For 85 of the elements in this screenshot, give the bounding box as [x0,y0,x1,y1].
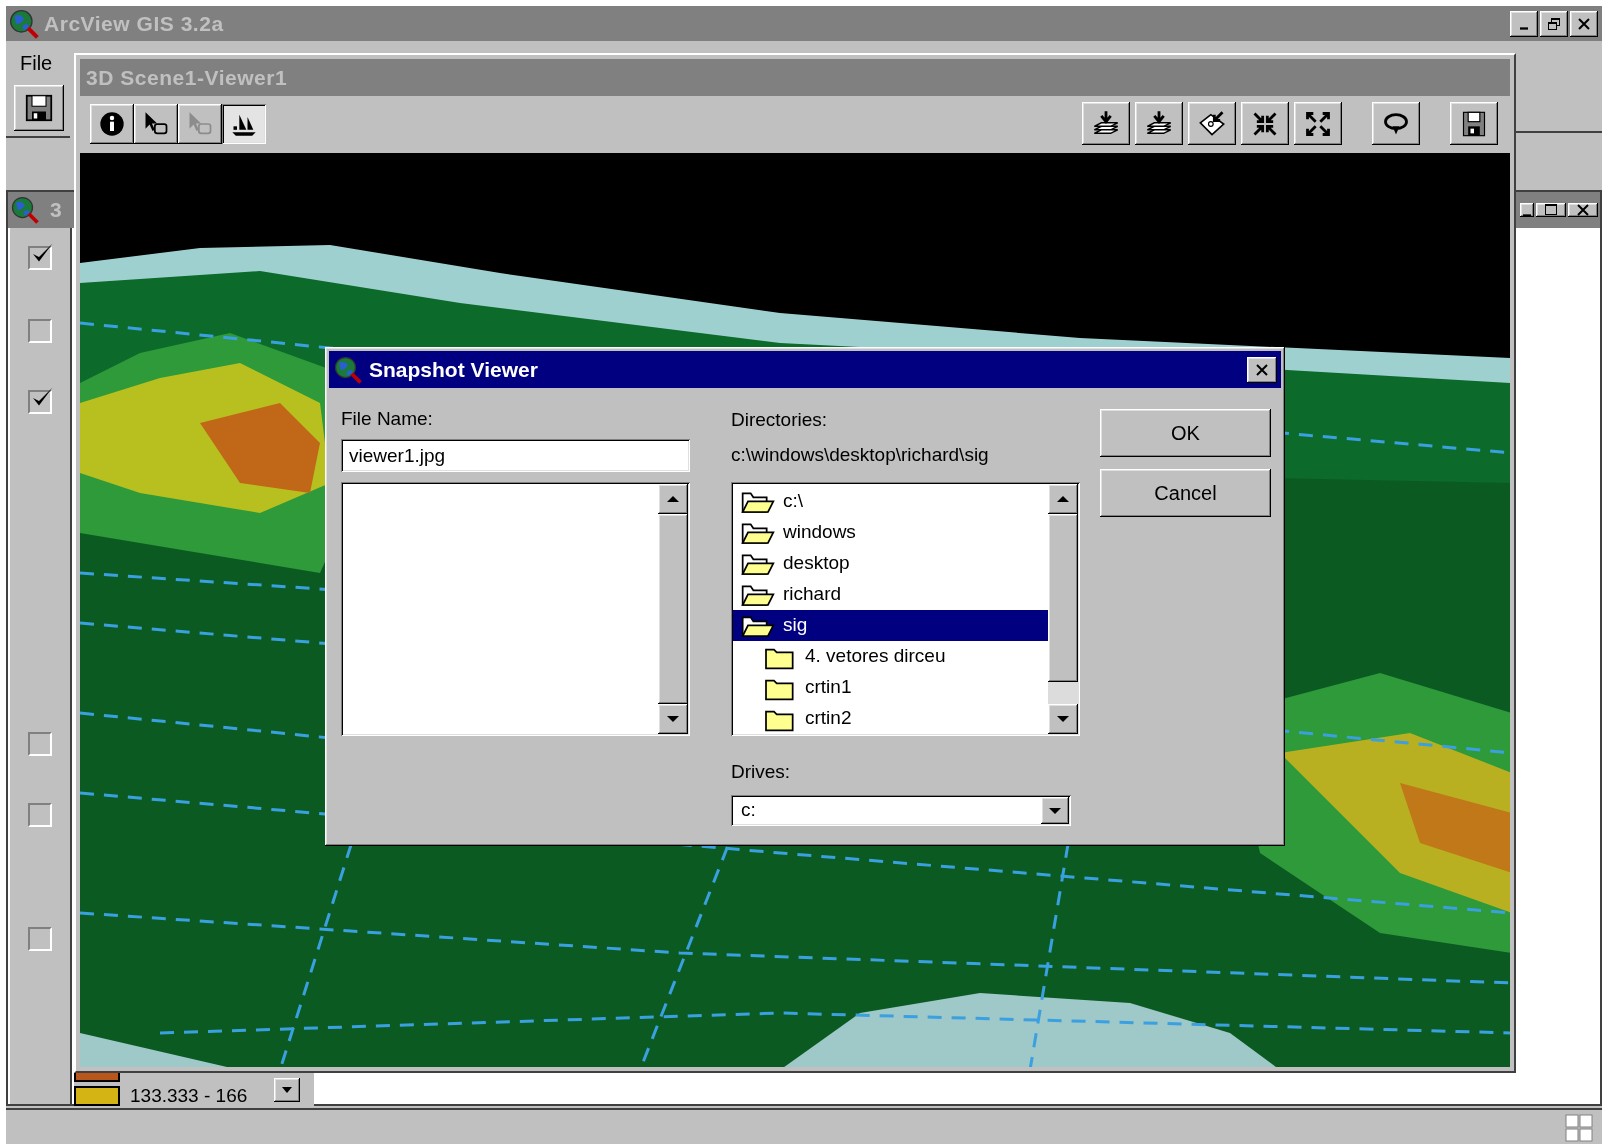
visibility-checkbox[interactable] [28,803,52,827]
expand-arrows-icon [1304,109,1332,138]
save-button[interactable] [14,85,64,131]
field-label: Directories: [731,408,829,432]
field-label: Drives: [731,760,792,784]
down-arrow-icon [1048,806,1062,815]
tool-button[interactable] [222,103,266,144]
scroll-up-button[interactable] [658,484,688,514]
globe-magnifier-icon [333,354,363,385]
maximize-icon [1544,203,1558,217]
directory-item[interactable]: richard [733,579,1048,610]
directory-name: 4. vetores dirceu [805,644,946,669]
visibility-checkbox[interactable] [28,927,52,951]
tool-button[interactable] [1082,102,1130,145]
tool-button[interactable] [1188,102,1236,145]
dropdown-button[interactable] [1041,797,1069,824]
field-label: File Name: [341,407,434,431]
legend-label: 133.333 - 166 [130,1083,248,1108]
close-icon [1576,203,1590,217]
directory-item[interactable]: windows [733,517,1048,548]
window-title: 3 [50,197,63,224]
close-icon [1255,362,1269,377]
directory-name: sig [783,613,808,638]
up-arrow-icon [1056,495,1070,503]
file-list[interactable] [341,482,690,736]
up-arrow-icon [666,495,680,503]
tool-button[interactable] [90,103,134,144]
visibility-checkbox[interactable] [28,732,52,756]
maximize-button[interactable] [1536,203,1566,217]
diamond-arrow-icon [1198,109,1226,138]
restore-button[interactable] [1540,10,1568,37]
dialog-button[interactable]: Cancel [1100,469,1271,517]
tool-button[interactable] [1294,102,1342,145]
scroll-down-button[interactable] [1048,704,1078,734]
directory-name: richard [783,582,842,607]
scroll-down-button[interactable] [658,704,688,734]
directory-item[interactable]: desktop [733,548,1048,579]
info-icon [98,109,126,138]
app-title: ArcView GIS 3.2a [44,10,225,37]
menu-item[interactable]: File [12,48,61,78]
dropdown-button[interactable] [274,1078,300,1102]
directory-name: c:\ [783,489,804,514]
drive-value: c: [740,798,757,823]
minimize-button[interactable] [1520,203,1534,217]
directory-item[interactable]: c:\ [733,486,1048,517]
dialog-title: Snapshot Viewer [369,356,539,383]
directory-list[interactable]: c:\ windows desktop richard sig 4. vetores dirceu crtin1 crtin2 [731,482,1080,736]
scroll-thumb[interactable] [1048,514,1078,682]
tool-button[interactable] [1241,102,1289,145]
down-arrow-icon [281,1086,293,1094]
scroll-thumb[interactable] [658,514,688,704]
minimize-icon [1520,27,1528,30]
directory-name: crtin1 [805,675,852,700]
drive-dropdown[interactable]: c: [731,795,1071,826]
minimize-icon [1523,213,1531,217]
close-button[interactable] [1570,10,1598,37]
directory-item[interactable]: sig [733,610,1048,641]
directory-name: desktop [783,551,850,576]
field-label: c:\windows\desktop\richard\sig [731,443,990,467]
directory-name: crtin2 [805,706,852,731]
globe-magnifier-icon [10,195,40,225]
close-button[interactable] [1568,203,1598,217]
down-arrow-icon [666,715,680,723]
tool-button[interactable] [1372,102,1420,145]
tool-button[interactable] [1135,102,1183,145]
down-arrow-icon [1056,715,1070,723]
tool-button[interactable] [134,103,178,144]
close-button[interactable] [1247,356,1277,383]
directory-name: windows [783,520,856,545]
directory-item[interactable]: 4. vetores dirceu [733,641,1048,672]
close-icon [1577,16,1591,31]
visibility-checkbox[interactable] [28,319,52,343]
visibility-checkbox[interactable] [28,246,52,270]
grid-grip-icon [1564,1113,1594,1143]
directory-item[interactable]: crtin1 [733,672,1048,703]
dialog-button[interactable]: OK [1100,409,1271,457]
restore-icon [1547,16,1561,31]
file-name-field[interactable]: viewer1.jpg [341,439,690,472]
visibility-checkbox[interactable] [28,390,52,414]
minimize-button[interactable] [1510,10,1538,37]
directory-item[interactable]: crtin2 [733,703,1048,734]
globe-magnifier-icon [8,7,40,40]
scroll-up-button[interactable] [1048,484,1078,514]
window-title: 3D Scene1-Viewer1 [86,64,288,91]
tool-button[interactable] [1450,102,1498,145]
